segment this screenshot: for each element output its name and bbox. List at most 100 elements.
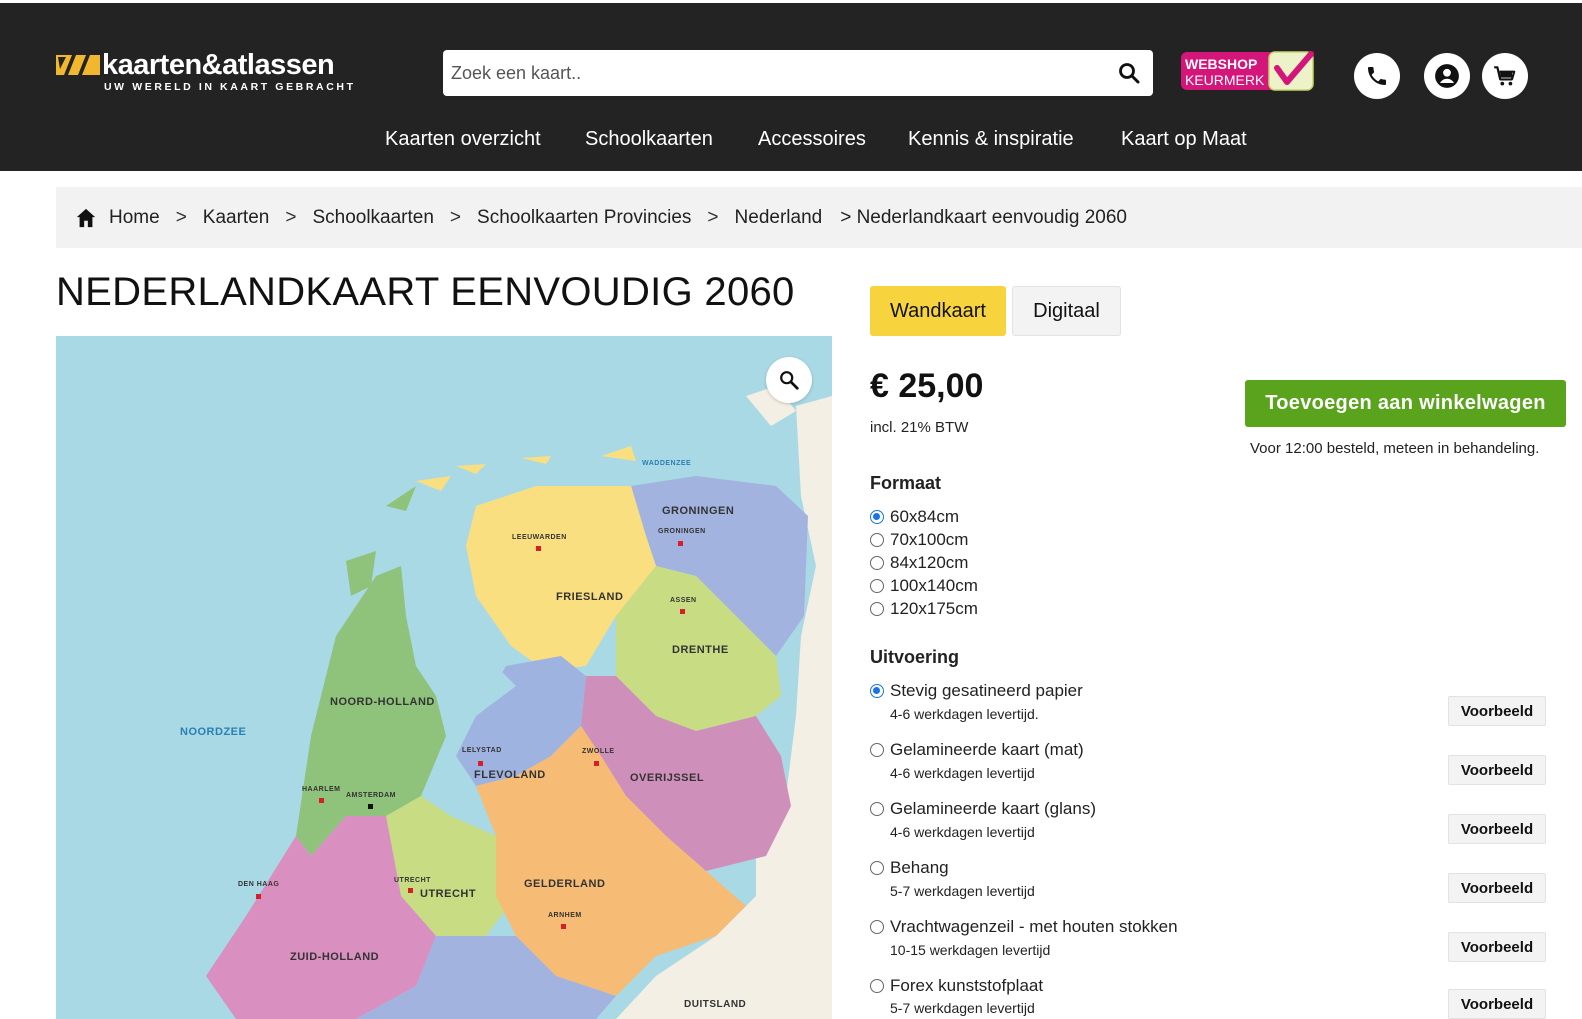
map-label-den-haag: DEN HAAG <box>238 881 280 888</box>
breadcrumb-home[interactable]: Home <box>109 207 160 229</box>
breadcrumb-schoolkaarten[interactable]: Schoolkaarten <box>312 207 433 229</box>
radio-button[interactable] <box>870 920 884 934</box>
nav-kaarten-overzicht[interactable]: Kaarten overzicht <box>385 128 541 151</box>
logo-tagline: UW WERELD IN KAART GEBRACHT <box>104 81 356 93</box>
format-option-100x140[interactable]: 100x140cm <box>870 576 978 596</box>
search-icon[interactable] <box>1117 61 1141 85</box>
breadcrumb-nederland[interactable]: Nederland <box>735 207 823 229</box>
breadcrumb-schoolkaarten-provincies[interactable]: Schoolkaarten Provincies <box>477 207 691 229</box>
format-option-120x175[interactable]: 120x175cm <box>870 599 978 619</box>
magnifier-icon <box>780 371 799 390</box>
lead-time: 5-7 werkdagen levertijd <box>890 1000 1035 1016</box>
phone-icon <box>1368 67 1386 85</box>
map-label-duitsland: DUITSLAND <box>684 999 747 1010</box>
radio-button[interactable] <box>870 579 884 593</box>
radio-button[interactable] <box>870 556 884 570</box>
format-option-label: 120x175cm <box>890 599 978 618</box>
cart-button[interactable] <box>1482 53 1528 99</box>
radio-button[interactable] <box>870 510 884 524</box>
breadcrumb-current: > Nederlandkaart eenvoudig 2060 <box>840 206 1128 228</box>
radio-button[interactable] <box>870 979 884 993</box>
breadcrumb-separator: > <box>175 206 187 228</box>
nav-schoolkaarten[interactable]: Schoolkaarten <box>585 128 713 151</box>
finish-label: Uitvoering <box>870 647 960 667</box>
delivery-note: Voor 12:00 besteld, meteen in behandelin… <box>1250 440 1540 457</box>
radio-button[interactable] <box>870 743 884 757</box>
format-option-70x100[interactable]: 70x100cm <box>870 530 968 550</box>
keurmerk-line2: KEURMERK <box>1185 72 1265 88</box>
lead-time: 4-6 werkdagen levertijd <box>890 765 1035 781</box>
breadcrumb-separator: > <box>449 206 462 228</box>
preview-button[interactable]: Voorbeeld <box>1448 814 1546 844</box>
format-option-label: 100x140cm <box>890 576 978 595</box>
map-label-leeuwarden: LEEUWARDEN <box>512 534 567 541</box>
search-input[interactable] <box>451 50 1091 96</box>
phone-button[interactable] <box>1354 53 1400 99</box>
finish-option-laminated-gloss[interactable]: Gelamineerde kaart (glans) <box>870 799 1096 819</box>
map-label-noord-holland: NOORD-HOLLAND <box>330 696 435 708</box>
logo-mark-icon <box>56 55 100 75</box>
map-label-utrecht-city: UTRECHT <box>394 877 431 884</box>
logo-text: kaarten&atlassen <box>102 49 335 81</box>
site-header: kaarten&atlassen UW WERELD IN KAART GEBR… <box>0 0 1582 171</box>
breadcrumb-kaarten[interactable]: Kaarten <box>203 207 270 229</box>
tab-digitaal[interactable]: Digitaal <box>1012 286 1121 336</box>
preview-button[interactable]: Voorbeeld <box>1448 932 1546 962</box>
format-option-60x84[interactable]: 60x84cm <box>870 507 959 527</box>
radio-button[interactable] <box>870 802 884 816</box>
nav-kennis-inspiratie[interactable]: Kennis & inspiratie <box>908 128 1074 151</box>
preview-button[interactable]: Voorbeeld <box>1448 989 1546 1019</box>
map-label-groningen: GRONINGEN <box>662 505 735 517</box>
map-label-friesland: FRIESLAND <box>556 591 624 603</box>
radio-button[interactable] <box>870 602 884 616</box>
search-box <box>443 50 1153 96</box>
keurmerk-line1: WEBSHOP <box>1185 56 1257 72</box>
nav-kaart-op-maat[interactable]: Kaart op Maat <box>1121 128 1247 151</box>
preview-button[interactable]: Voorbeeld <box>1448 873 1546 903</box>
map-label-assen: ASSEN <box>670 597 697 604</box>
product-price: € 25,00 <box>870 367 984 405</box>
format-label: Formaat <box>870 473 942 493</box>
lead-time: 10-15 werkdagen levertijd <box>890 942 1051 958</box>
finish-option-forex-plate[interactable]: Forex kunststofplaat <box>870 976 1043 996</box>
breadcrumb-separator: > <box>285 206 297 228</box>
add-to-cart-button[interactable]: Toevoegen aan winkelwagen <box>1245 380 1566 427</box>
page-title: NEDERLANDKAART EENVOUDIG 2060 <box>56 270 795 314</box>
map-label-flevoland: FLEVOLAND <box>474 769 546 781</box>
breadcrumb-separator: > <box>707 206 719 228</box>
map-label-groningen-city: GRONINGEN <box>658 528 706 535</box>
lead-time: 4-6 werkdagen levertijd <box>890 824 1035 840</box>
map-label-noordzee: NOORDZEE <box>180 726 247 738</box>
radio-button[interactable] <box>870 533 884 547</box>
map-label-zwolle: ZWOLLE <box>582 748 615 755</box>
lead-time: 4-6 werkdagen levertijd. <box>890 706 1039 722</box>
finish-option-truck-canvas[interactable]: Vrachtwagenzeil - met houten stokken <box>870 917 1178 937</box>
lead-time: 5-7 werkdagen levertijd <box>890 883 1035 899</box>
preview-button[interactable]: Voorbeeld <box>1448 696 1546 726</box>
map-label-zuid-holland: ZUID-HOLLAND <box>290 951 380 963</box>
map-label-utrecht: UTRECHT <box>420 888 477 900</box>
finish-option-label: Gelamineerde kaart (glans) <box>890 799 1096 818</box>
radio-button[interactable] <box>870 861 884 875</box>
radio-button[interactable] <box>870 684 884 698</box>
webshop-keurmerk-badge[interactable]: WEBSHOP KEURMERK <box>1181 48 1321 94</box>
finish-option-wallpaper[interactable]: Behang <box>870 858 949 878</box>
format-option-label: 60x84cm <box>890 507 959 526</box>
finish-option-satin-paper[interactable]: Stevig gesatineerd papier <box>870 681 1083 701</box>
map-label-waddenzee: WADDENZEE <box>642 460 692 467</box>
format-option-label: 70x100cm <box>890 530 969 549</box>
map-label-gelderland: GELDERLAND <box>524 878 606 890</box>
account-button[interactable] <box>1424 53 1470 99</box>
product-map-image[interactable]: GRONINGEN FRIESLAND DRENTHE NOORD-HOLLAN… <box>56 336 832 1019</box>
format-option-84x120[interactable]: 84x120cm <box>870 553 968 573</box>
home-icon[interactable] <box>75 207 97 229</box>
finish-option-label: Stevig gesatineerd papier <box>890 681 1083 700</box>
nav-accessoires[interactable]: Accessoires <box>758 128 866 151</box>
finish-option-label: Vrachtwagenzeil - met houten stokken <box>890 917 1178 936</box>
finish-option-laminated-matte[interactable]: Gelamineerde kaart (mat) <box>870 740 1084 760</box>
tab-wandkaart[interactable]: Wandkaart <box>870 286 1006 336</box>
finish-option-label: Forex kunststofplaat <box>890 976 1044 995</box>
zoom-button[interactable] <box>766 357 812 403</box>
preview-button[interactable]: Voorbeeld <box>1448 755 1546 785</box>
site-logo[interactable]: kaarten&atlassen UW WERELD IN KAART GEBR… <box>56 49 356 97</box>
